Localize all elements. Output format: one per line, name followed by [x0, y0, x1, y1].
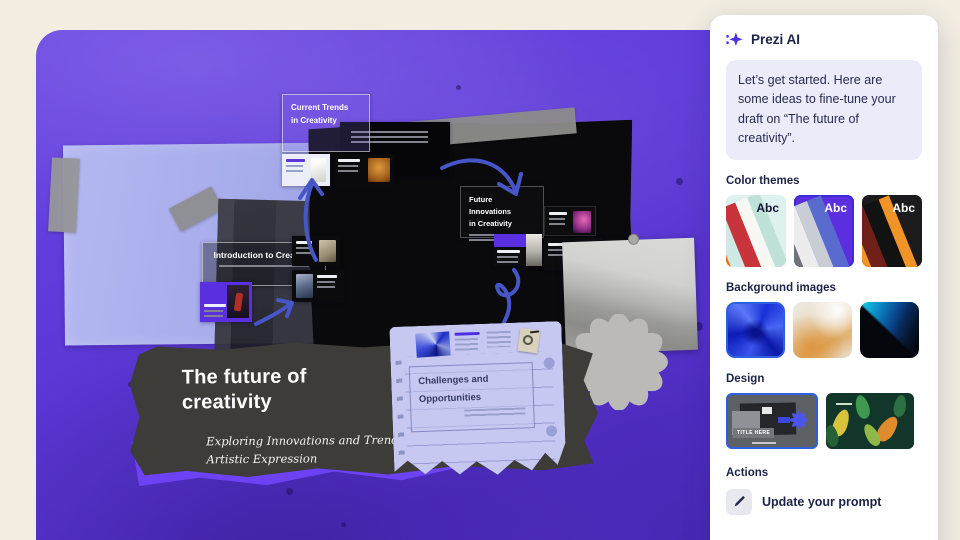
- assistant-message: Let’s get started. Here are some ideas t…: [726, 60, 922, 160]
- text-line: [549, 212, 567, 215]
- notepad-card-challenges[interactable]: Challenges and Opportunities: [389, 321, 566, 483]
- title-line: creativity: [182, 389, 307, 415]
- hole-dot: [546, 425, 557, 436]
- presentation-title: The future of creativity: [182, 365, 307, 416]
- text-lines: [464, 407, 526, 417]
- background-image-option-2[interactable]: [793, 302, 852, 358]
- stamp-ring: [522, 334, 533, 345]
- title-line: The future of: [182, 365, 307, 391]
- design-row: TITLE HERE: [726, 393, 922, 449]
- topic-card-current-trends[interactable]: Current Trends in Creativity: [282, 94, 370, 152]
- panel-title: Prezi AI: [751, 32, 800, 47]
- text-lines: [317, 274, 340, 298]
- figure-in-red: [234, 293, 243, 312]
- text-lines: [286, 165, 303, 175]
- thumbnail-image: [415, 331, 451, 357]
- topic-title-line: in Creativity: [291, 115, 361, 128]
- color-themes-label: Color themes: [726, 175, 922, 187]
- text-lines: [455, 337, 478, 350]
- pin-dot: [628, 234, 639, 245]
- topic-title-line: Opportunities: [419, 387, 526, 409]
- mini-slide-card[interactable]: [544, 206, 596, 236]
- prezi-ai-panel: Prezi AI Let’s get started. Here are som…: [710, 15, 938, 540]
- margin-icons: [396, 361, 406, 471]
- text-lines: [549, 211, 569, 231]
- color-theme-option-3[interactable]: Abc: [862, 195, 922, 267]
- thumb-chip: [762, 407, 772, 414]
- mini-slide-card[interactable]: [494, 234, 542, 266]
- ink-speck: [456, 85, 461, 90]
- notepad-collage: [416, 329, 540, 357]
- text-lines: [549, 218, 565, 228]
- update-prompt-label: Update your prompt: [762, 495, 881, 509]
- design-thumb-title: TITLE HERE: [733, 428, 774, 438]
- sparkle-icon: [726, 32, 743, 47]
- arrow-up-doodle: [292, 176, 326, 264]
- text-lines: [317, 281, 335, 290]
- text-line: [455, 332, 480, 335]
- text-line: [317, 275, 337, 278]
- topic-card-challenges[interactable]: Challenges and Opportunities: [409, 362, 535, 432]
- thumbnail-image: [573, 211, 591, 233]
- text-lines: [497, 256, 518, 263]
- background-images-row: [726, 302, 922, 358]
- color-theme-option-1[interactable]: Abc: [726, 195, 786, 267]
- leaf-shape: [853, 393, 872, 420]
- thumb-chip: [778, 417, 790, 423]
- text-lines: [338, 158, 364, 182]
- thumbnail-image: [227, 285, 249, 318]
- text-lines: [455, 331, 483, 352]
- text-lines: [497, 250, 523, 263]
- pencil-icon: [726, 489, 752, 515]
- text-line: [338, 159, 360, 162]
- background-image-option-3[interactable]: [860, 302, 919, 358]
- text-lines: [338, 165, 358, 175]
- text-lines: [487, 331, 512, 348]
- color-themes-row: Abc Abc Abc: [726, 195, 922, 267]
- starburst-shape: [790, 411, 808, 429]
- design-option-2[interactable]: [826, 393, 914, 449]
- design-thumb-subtitle-bar: [752, 442, 776, 444]
- panel-header: Prezi AI: [726, 32, 922, 47]
- leaf-shape: [892, 394, 908, 418]
- thumbnail-image: [526, 234, 542, 266]
- text-line: [286, 159, 305, 162]
- thumbnail-image: [296, 274, 313, 298]
- actions-label: Actions: [726, 467, 922, 479]
- background-images-label: Background images: [726, 282, 922, 294]
- text-line: [497, 250, 520, 253]
- text-line: [204, 304, 226, 307]
- ink-speck: [676, 178, 683, 185]
- design-option-1-selected[interactable]: TITLE HERE: [726, 393, 818, 449]
- hole-dot: [543, 357, 554, 368]
- theme-sample-text: Abc: [824, 201, 847, 215]
- ink-speck: [341, 522, 346, 527]
- theme-sample-text: Abc: [756, 201, 779, 215]
- scribble-mark: [530, 330, 539, 333]
- ink-speck: [286, 488, 293, 495]
- text-lines: [204, 310, 223, 317]
- mini-slide-card[interactable]: [334, 154, 394, 186]
- stamp-sticker: [517, 328, 540, 354]
- topic-title-line: Current Trends: [291, 102, 361, 115]
- thumbnail-image: [368, 158, 390, 182]
- design-label: Design: [726, 373, 922, 385]
- background-image-option-1-selected[interactable]: [726, 302, 785, 358]
- update-prompt-action[interactable]: Update your prompt: [726, 489, 922, 515]
- thumb-text-bar: [836, 403, 852, 405]
- arrow-curve-doodle: [436, 152, 528, 216]
- arrow-up-right-doodle: [252, 298, 296, 328]
- purple-banner: [494, 234, 526, 247]
- color-theme-option-2-selected[interactable]: Abc: [794, 195, 854, 267]
- mini-slide-card[interactable]: [292, 270, 344, 302]
- tape-strip: [48, 157, 80, 232]
- text-lines: [204, 304, 226, 317]
- text-lines: [487, 330, 515, 351]
- mini-slide-card[interactable]: [200, 282, 252, 322]
- theme-sample-text: Abc: [892, 201, 915, 215]
- topic-title-line: in Creativity: [469, 218, 535, 230]
